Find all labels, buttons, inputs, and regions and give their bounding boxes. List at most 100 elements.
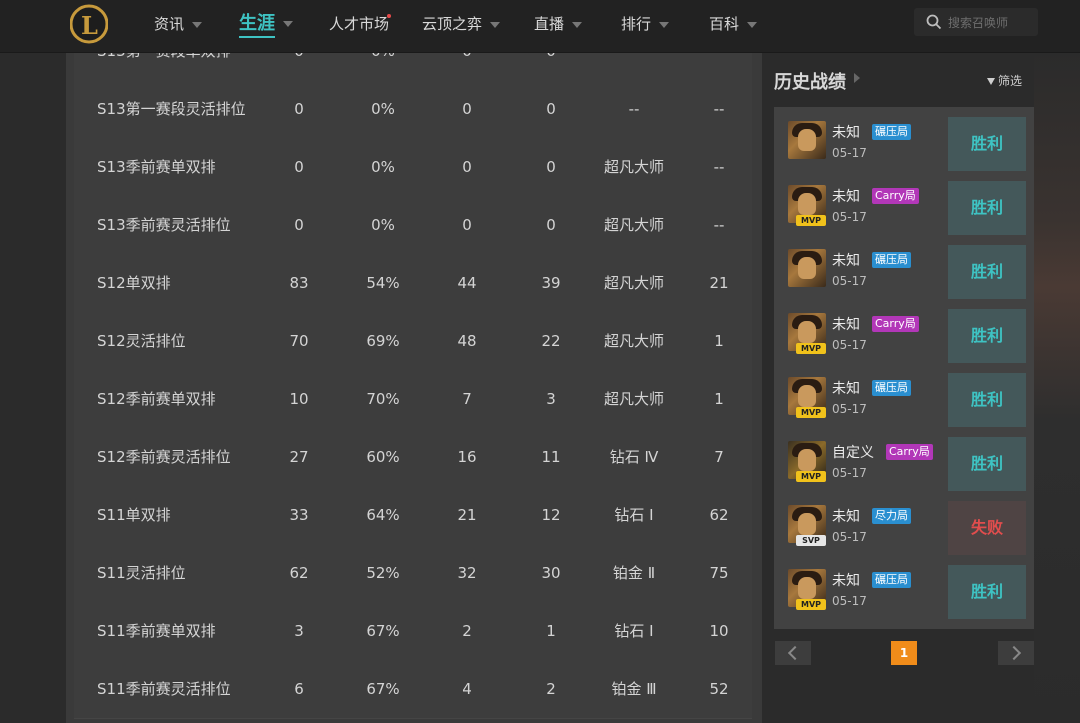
table-row: S13第一赛段单双排00%00----	[74, 52, 752, 81]
rank-cell: 超凡大师	[603, 332, 664, 350]
rank-cell: --	[579, 52, 689, 80]
prev-page-button[interactable]	[775, 641, 811, 665]
match-mode: 自定义	[832, 445, 874, 461]
stat-cell-wins: 32	[457, 564, 477, 582]
rank-cell: --	[628, 100, 640, 118]
match-result: 胜利	[948, 565, 1026, 619]
season-stats-table: S13第一赛段单双排00%00----S13第一赛段灵活排位00%00----S…	[66, 52, 762, 723]
stat-cell-games: 0	[294, 158, 304, 176]
match-item[interactable]: MVP 未知 Carry局 05-17 胜利	[782, 309, 1026, 367]
stat-cell-extra: --	[713, 100, 725, 118]
match-date: 05-17	[832, 274, 867, 288]
history-title[interactable]: 历史战绩	[774, 68, 846, 94]
match-tag: 碾压局	[872, 380, 911, 396]
match-mode: 未知	[832, 573, 860, 589]
rank-cell: 钻石 Ⅰ	[614, 622, 654, 640]
match-history-list: 未知 碾压局 05-17 胜利 MVP 未知 Carry局 05-17 胜利 未知 碾压局 05-17…	[774, 107, 1034, 629]
match-tag: 碾压局	[872, 252, 911, 268]
match-item[interactable]: MVP 自定义 Carry局 05-17 胜利	[782, 437, 1026, 495]
notification-dot	[387, 14, 391, 18]
match-date: 05-17	[832, 210, 867, 224]
chevron-right-icon	[1006, 645, 1022, 661]
chevron-down-icon	[283, 21, 293, 27]
nav-item-career[interactable]: 生涯	[239, 0, 293, 52]
stat-cell-winrate: 64%	[366, 506, 400, 524]
stat-cell-extra: --	[689, 52, 749, 80]
nav-item-wiki[interactable]: 百科	[709, 0, 758, 52]
nav-item-news[interactable]: 资讯	[154, 0, 203, 52]
match-result: 失败	[948, 501, 1026, 555]
stat-cell-losses: 2	[546, 680, 556, 698]
match-item[interactable]: 未知 碾压局 05-17 胜利	[782, 245, 1026, 303]
nav-label: 人才市场	[329, 15, 390, 33]
match-item[interactable]: MVP 未知 碾压局 05-17 胜利	[782, 565, 1026, 623]
stat-cell-wins: 48	[457, 332, 477, 350]
stat-cell-wins: 0	[462, 158, 472, 176]
chevron-left-icon	[787, 645, 803, 661]
stat-cell-wins: 16	[457, 448, 477, 466]
stat-cell-extra: 62	[709, 506, 729, 524]
next-page-button[interactable]	[998, 641, 1034, 665]
stat-cell-games: 0	[294, 100, 304, 118]
season-name: S13第一赛段灵活排位	[97, 100, 246, 118]
stat-cell-extra: 7	[714, 448, 724, 466]
stat-cell-extra: 52	[709, 680, 729, 698]
stat-cell-wins: 7	[462, 390, 472, 408]
stat-cell-extra: 1	[714, 332, 724, 350]
match-item[interactable]: 未知 碾压局 05-17 胜利	[782, 117, 1026, 175]
lol-logo-icon[interactable]: L	[70, 2, 108, 46]
stat-cell-losses: 22	[541, 332, 561, 350]
table-row: S11单双排 33 64% 21 12 钻石 Ⅰ 62	[74, 486, 752, 545]
match-item[interactable]: SVP 未知 尽力局 05-17 失败	[782, 501, 1026, 559]
nav-item-ranking[interactable]: 排行	[621, 0, 670, 52]
match-date: 05-17	[832, 146, 867, 160]
season-name: S11灵活排位	[97, 564, 186, 582]
nav-label: 百科	[709, 15, 740, 33]
match-tag: 碾压局	[872, 124, 911, 140]
nav-item-talent-market[interactable]: 人才市场	[329, 0, 389, 52]
nav-label: 直播	[534, 15, 565, 33]
stat-cell-winrate: 67%	[366, 680, 400, 698]
stat-cell-extra: --	[713, 216, 725, 234]
stat-cell-winrate: 67%	[366, 622, 400, 640]
match-item[interactable]: MVP 未知 Carry局 05-17 胜利	[782, 181, 1026, 239]
match-tag: 碾压局	[872, 572, 911, 588]
match-date: 05-17	[832, 466, 867, 480]
match-item[interactable]: MVP 未知 碾压局 05-17 胜利	[782, 373, 1026, 431]
search-placeholder: 搜索召唤师	[948, 16, 1009, 30]
stat-cell-losses: 3	[546, 390, 556, 408]
table-row: S12灵活排位 70 69% 48 22 超凡大师 1	[74, 312, 752, 371]
stat-cell-wins: 0	[462, 100, 472, 118]
stat-cell-extra: 21	[709, 274, 729, 292]
stat-cell-games: 3	[294, 622, 304, 640]
stat-cell-losses: 0	[546, 216, 556, 234]
match-mode: 未知	[832, 509, 860, 525]
svg-text:L: L	[81, 11, 98, 40]
stat-cell-games: 62	[289, 564, 309, 582]
season-name: S12灵活排位	[97, 332, 186, 350]
stat-cell-games: 27	[289, 448, 309, 466]
filter-button[interactable]: 筛选	[987, 72, 1022, 89]
season-name: S12单双排	[97, 274, 171, 292]
table-row: S13第一赛段灵活排位 0 0% 0 0 -- --	[74, 80, 752, 139]
search-box[interactable]: 搜索召唤师	[914, 8, 1038, 36]
nav-item-tft[interactable]: 云顶之弈	[422, 0, 501, 52]
match-mode: 未知	[832, 381, 860, 397]
table-row: S12单双排 83 54% 44 39 超凡大师 21	[74, 254, 752, 313]
match-date: 05-17	[832, 338, 867, 352]
nav-item-live[interactable]: 直播	[534, 0, 583, 52]
rank-cell: 超凡大师	[603, 216, 664, 234]
champion-avatar	[788, 249, 826, 287]
chevron-down-icon	[572, 21, 583, 28]
table-row: S13季前赛单双排 0 0% 0 0 超凡大师 --	[74, 138, 752, 197]
stat-cell-extra: 1	[714, 390, 724, 408]
background-art	[1034, 52, 1080, 723]
page-number-active[interactable]: 1	[891, 641, 917, 665]
chevron-right-icon[interactable]	[854, 73, 860, 83]
stat-cell-winrate: 60%	[366, 448, 400, 466]
stat-cell-games: 6	[294, 680, 304, 698]
rank-cell: 超凡大师	[603, 390, 664, 408]
stat-cell-winrate: 0%	[371, 216, 395, 234]
match-result: 胜利	[948, 117, 1026, 171]
stat-cell-wins: 2	[462, 622, 472, 640]
